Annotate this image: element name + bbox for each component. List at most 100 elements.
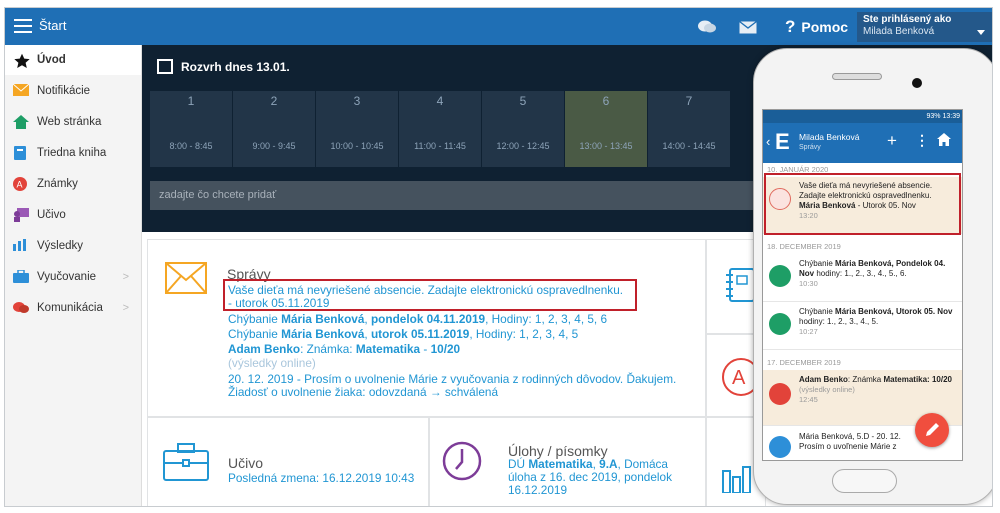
period-cell[interactable]: 4 11:00 - 11:45 [399,91,481,167]
sidebar-item-label: Úvod [37,54,66,66]
period-cell-current[interactable]: 6 13:00 - 13:45 [565,91,647,167]
period-cell[interactable]: 7 14:00 - 14:45 [648,91,730,167]
period-time: 13:00 - 13:45 [579,141,633,151]
message-grade[interactable]: Adam Benko: Známka: Matematika - 10/20 [228,342,460,356]
app-window: Štart ? Pomoc Ste prihlásený ako Milada B… [4,7,993,507]
curriculum-card[interactable]: Učivo Posledná zmena: 16.12.2019 10:43 [147,417,429,506]
help-icon: ? [785,17,796,36]
sidebar-item-label: Notifikácie [37,84,91,97]
sidebar-item-uvod[interactable]: Úvod [5,45,141,75]
text: : Známka: [300,342,356,356]
schedule-title: Rozvrh dnes 13.01. [157,59,290,74]
person-icon [769,265,791,287]
back-icon[interactable]: ‹ [766,134,770,149]
chevron-right-icon: > [122,270,129,283]
text: , Hodiny: 1, 2, 3, 4, 5, 6 [485,312,608,326]
sidebar-item-web-stranka[interactable]: Web stránka [5,106,141,137]
plus-icon[interactable]: + [887,131,897,151]
sidebar-item-notifikacie[interactable]: Notifikácie [5,75,141,106]
book-icon [13,145,29,160]
text: Chýbanie [799,259,836,268]
grade-icon [769,383,791,405]
message-chybanie-2[interactable]: Chýbanie Mária Benková, utorok 05.11.201… [228,327,578,341]
hamburger-menu-icon[interactable] [14,19,32,33]
period-number: 4 [436,94,444,108]
text: Chýbanie [799,307,836,316]
envelope-icon [12,83,30,98]
period-number: 3 [353,94,361,108]
speaker-grille [832,73,882,80]
phone-mockup: 93% 13:39 ‹ E Milada Benková Správy + ⋮ … [753,48,992,505]
camera-icon [912,78,922,88]
top-bar: Štart ? Pomoc Ste prihlásený ako Milada B… [5,8,992,45]
clock-icon [442,440,482,487]
sidebar-item-vysledky[interactable]: Výsledky [5,230,141,261]
message-request[interactable]: 20. 12. 2019 - Prosím o uvolnenie Márie … [228,372,676,386]
mail-icon[interactable] [739,20,757,39]
period-time: 8:00 - 8:45 [169,141,213,151]
period-cell[interactable]: 3 10:00 - 10:45 [316,91,398,167]
period-time: 9:00 - 9:45 [252,141,296,151]
compose-fab-button[interactable] [915,413,949,447]
teacher-icon [13,207,29,222]
student-name: Mária Benková [281,327,365,341]
sidebar-item-vyucovanie[interactable]: Vyučovanie > [5,261,141,292]
user-label: Ste prihlásený ako [863,14,952,25]
period-time: 12:00 - 12:45 [496,141,550,151]
period-number: 5 [519,94,527,108]
grade-icon: A [13,176,29,191]
phone-message-item[interactable]: Chýbanie Mária Benková, Utorok 05. Nov h… [763,302,962,350]
student-name: Adam Benko [228,342,301,356]
sidebar-item-komunikacia[interactable]: Komunikácia > [5,292,141,323]
message-request-status: Žiadosť o uvolnenie žiaka: odovzdaná → s… [228,385,499,399]
person-icon [769,313,791,335]
subject: Matematika [355,342,421,356]
phone-app-bar: ‹ E Milada Benková Správy + ⋮ [763,123,962,163]
text: : Známka [847,375,884,384]
text: DÚ [508,457,529,471]
chat-icon [13,301,29,315]
message-chybanie-1[interactable]: Chýbanie Mária Benková, pondelok 04.11.2… [228,312,607,326]
phone-message-item[interactable]: Chýbanie Mária Benková, Pondelok 04. Nov… [763,254,962,302]
text: , Hodiny: 1, 2, 3, 4, 5 [469,327,579,341]
user-account-dropdown[interactable]: Ste prihlásený ako Milada Benková [857,12,992,42]
homework-card[interactable]: Úlohy / písomky DÚ Matematika, 9.A, Domá… [429,417,706,506]
phone-section-name: Správy [799,144,821,151]
sidebar-item-label: Výsledky [37,239,84,252]
homework-item[interactable]: DÚ Matematika, 9.A, Domáca úloha z 16. d… [508,458,688,497]
highlight-frame [223,279,637,311]
envelope-icon [165,262,207,299]
sidebar-item-ucivo[interactable]: Učivo [5,199,141,230]
student-name: Mária Benková, Utorok 05. Nov [835,307,953,316]
period-time: 11:00 - 11:45 [414,141,466,151]
subtext: (výsledky online) [799,385,855,394]
home-icon [13,114,29,129]
help-button[interactable]: ? Pomoc [785,17,848,37]
timestamp: 12:45 [799,395,818,404]
phone-screen: 93% 13:39 ‹ E Milada Benková Správy + ⋮ … [762,109,963,461]
message-grade-sub: (výsledky online) [228,356,316,370]
more-options-icon[interactable]: ⋮ [915,132,929,149]
sidebar-item-triedna-kniha[interactable]: Triedna kniha [5,137,141,168]
user-name: Milada Benková [863,26,935,37]
period-cell[interactable]: 5 12:00 - 12:45 [482,91,564,167]
svg-text:A: A [17,179,23,189]
edupage-logo: E [775,129,790,154]
class: 9.A [599,457,618,471]
start-menu-label[interactable]: Štart [39,18,66,33]
chat-icon[interactable] [697,19,717,40]
period-number: 2 [270,94,278,108]
sidebar: Úvod Notifikácie Web stránka Triedna kni… [5,45,142,506]
sidebar-item-znamky[interactable]: A Známky [5,168,141,199]
home-icon[interactable] [937,133,951,147]
period-cell[interactable]: 2 9:00 - 9:45 [233,91,315,167]
svg-text:A: A [732,367,746,389]
star-icon [13,53,30,69]
period-cell[interactable]: 1 8:00 - 8:45 [150,91,232,167]
calendar-icon [157,59,173,74]
student-name: Mária Benková [281,312,365,326]
caret-down-icon [977,30,985,35]
phone-message-text: Adam Benko: Známka Matematika: 10/20 (výs… [799,375,959,405]
date-header: 18. DECEMBER 2019 [763,240,962,254]
curriculum-last-change: Posledná zmena: 16.12.2019 10:43 [228,471,415,485]
